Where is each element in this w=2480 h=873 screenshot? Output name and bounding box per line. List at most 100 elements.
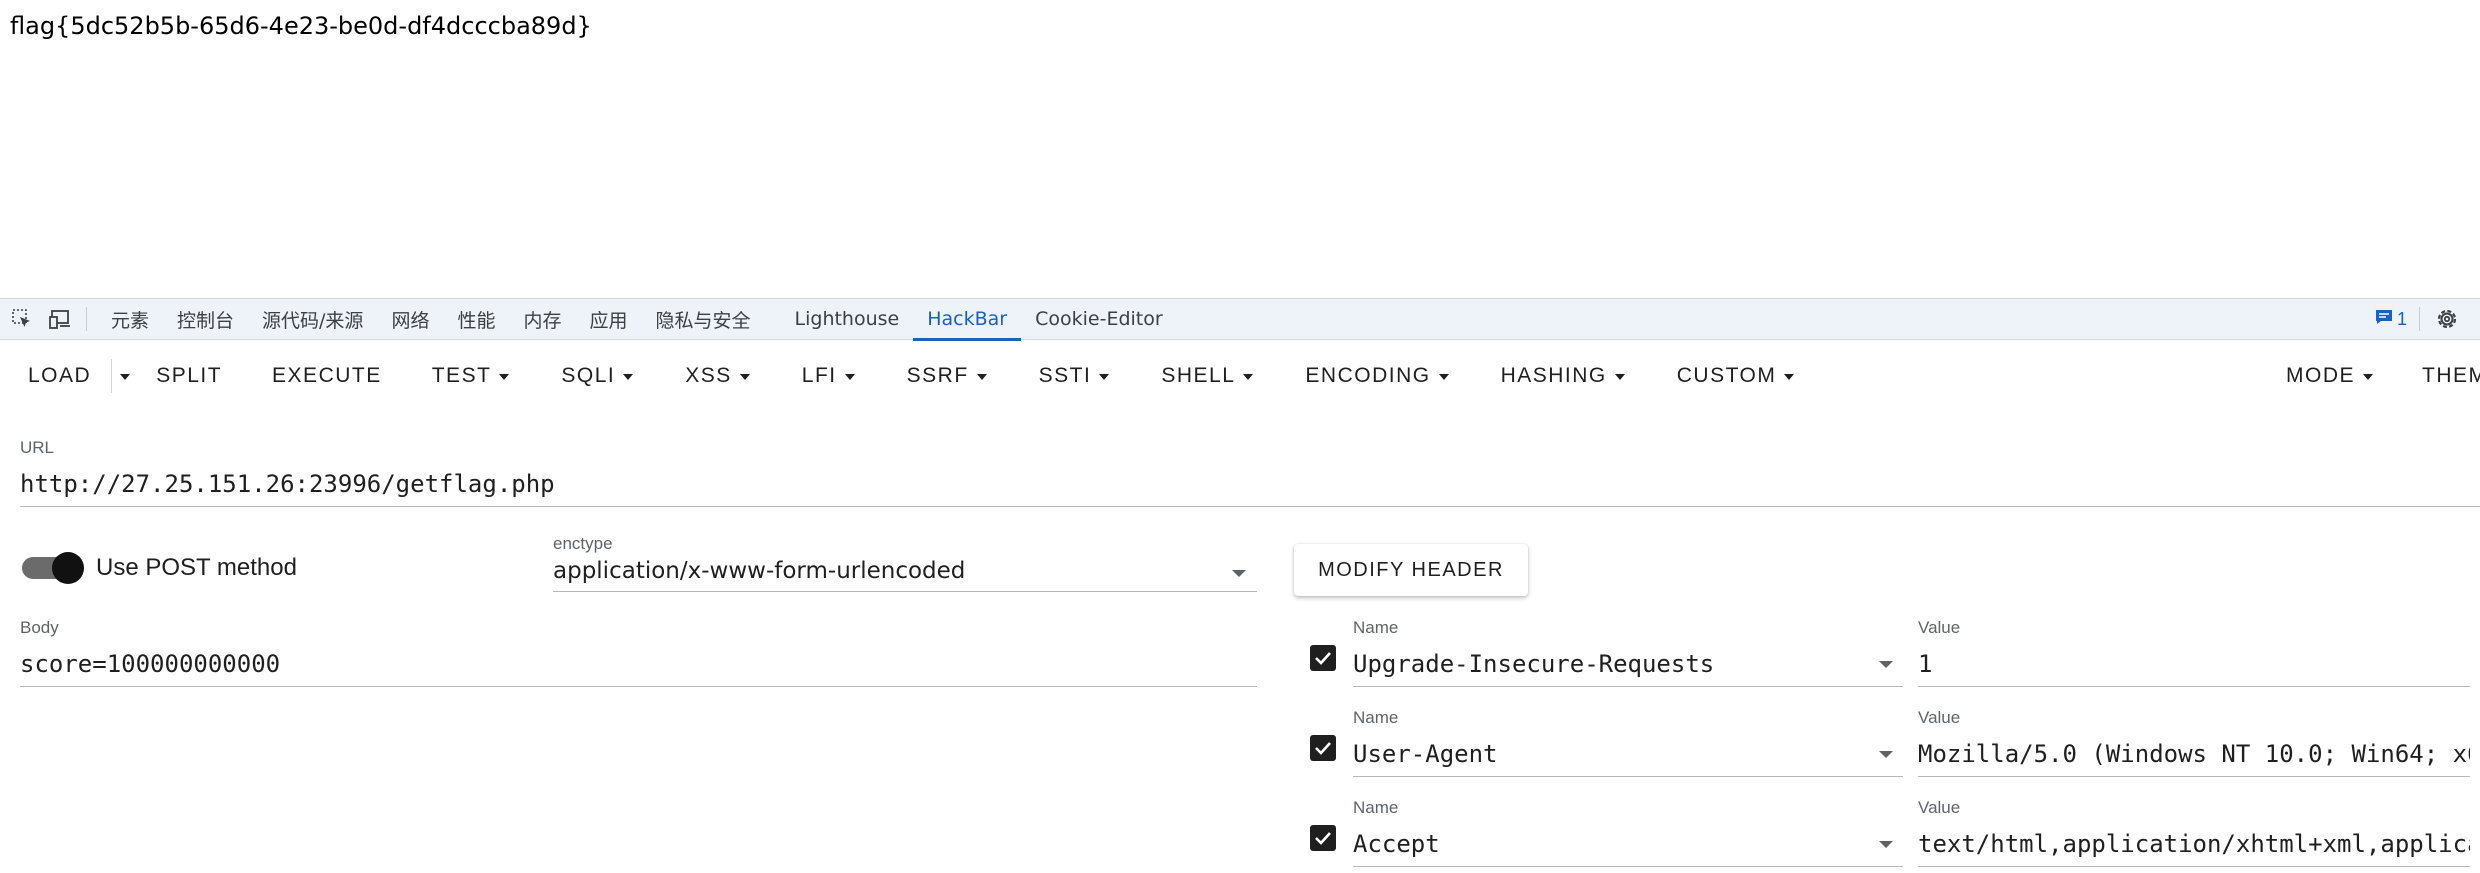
header-value-underline [1918, 866, 2470, 867]
tab-application[interactable]: 应用 [575, 298, 641, 340]
check-icon [1315, 652, 1331, 665]
encoding-menu-button[interactable]: ENCODING [1305, 352, 1449, 400]
load-button[interactable]: LOAD [28, 352, 91, 400]
tab-network[interactable]: 网络 [377, 298, 443, 340]
tab-elements[interactable]: 元素 [97, 298, 163, 340]
tab-hackbar[interactable]: HackBar [913, 298, 1021, 341]
tab-lighthouse[interactable]: Lighthouse [781, 298, 914, 340]
header-name-underline [1353, 866, 1903, 867]
toggle-knob [52, 552, 84, 584]
header-name-underline [1353, 686, 1903, 687]
post-method-toggle[interactable] [22, 552, 84, 584]
header-value-input[interactable]: text/html,application/xhtml+xml,applicat… [1918, 830, 2470, 858]
lfi-menu-label: LFI [801, 364, 837, 387]
issues-badge[interactable]: 1 [2363, 309, 2419, 330]
tab-cookie-editor[interactable]: Cookie-Editor [1021, 298, 1177, 340]
device-toolbar-icon[interactable] [48, 307, 72, 331]
theme-menu-button[interactable]: THEME [2422, 352, 2480, 400]
shell-menu-button[interactable]: SHELL [1161, 352, 1254, 400]
header-name-label: Name [1353, 798, 1399, 817]
chevron-down-icon [1614, 374, 1625, 380]
body-input[interactable]: score=100000000000 [20, 650, 1250, 678]
chevron-down-icon [739, 374, 750, 380]
chevron-down-icon [1232, 570, 1246, 577]
chevron-down-icon [120, 374, 131, 380]
tab-console[interactable]: 控制台 [163, 298, 248, 340]
ssrf-menu-button[interactable]: SSRF [907, 352, 987, 400]
issues-count: 1 [2396, 308, 2407, 329]
gear-icon[interactable] [2434, 306, 2460, 332]
header-value-label: Value [1918, 798, 1961, 817]
tab-performance[interactable]: 性能 [443, 298, 509, 340]
header-name-label: Name [1353, 708, 1399, 727]
header-name-select[interactable]: User-Agent [1353, 740, 1873, 768]
enctype-select[interactable]: application/x-www-form-urlencoded [553, 558, 1213, 584]
header-checkbox[interactable] [1310, 825, 1336, 851]
test-menu-label: TEST [431, 364, 492, 387]
body-label: Body [20, 618, 59, 637]
header-name-select[interactable]: Accept [1353, 830, 1873, 858]
header-value-input[interactable]: Mozilla/5.0 (Windows NT 10.0; Win64; x64… [1918, 740, 2470, 768]
xss-menu-label: XSS [685, 364, 732, 387]
hackbar-toolbar: LOAD SPLIT EXECUTE TEST SQLI XSS LFI SSR… [0, 352, 2480, 400]
chevron-down-icon [2363, 374, 2373, 380]
ssti-menu-button[interactable]: SSTI [1039, 352, 1110, 400]
chevron-down-icon [1243, 374, 1254, 380]
tab-memory[interactable]: 内存 [509, 298, 575, 340]
toolbar-divider [2419, 307, 2420, 331]
mode-menu-button[interactable]: MODE [2286, 352, 2373, 400]
chevron-down-icon [1099, 374, 1110, 380]
load-divider [111, 359, 113, 393]
ssti-menu-label: SSTI [1038, 364, 1092, 387]
custom-menu-button[interactable]: CUSTOM [1677, 352, 1795, 400]
header-checkbox[interactable] [1310, 645, 1336, 671]
header-value-underline [1918, 776, 2470, 777]
enctype-underline [553, 591, 1257, 592]
encoding-menu-label: ENCODING [1305, 364, 1431, 387]
chevron-down-icon [976, 374, 987, 380]
hashing-menu-label: HASHING [1500, 364, 1607, 387]
theme-menu-label: THEME [2422, 364, 2480, 387]
chevron-down-icon [499, 374, 510, 380]
shell-menu-label: SHELL [1161, 364, 1236, 387]
post-method-label: Use POST method [96, 554, 297, 581]
chevron-down-icon [1879, 661, 1893, 668]
page-output-text: flag{5dc52b5b-65d6-4e23-be0d-df4dcccba89… [10, 12, 592, 40]
tab-sources[interactable]: 源代码/来源 [248, 298, 377, 340]
url-underline [20, 506, 2480, 507]
enctype-label: enctype [553, 534, 613, 553]
check-icon [1315, 742, 1331, 755]
lfi-menu-button[interactable]: LFI [802, 352, 855, 400]
header-value-label: Value [1918, 708, 1961, 727]
custom-menu-label: CUSTOM [1676, 364, 1777, 387]
toolbar-divider [86, 307, 87, 331]
execute-button[interactable]: EXECUTE [272, 352, 382, 400]
test-menu-button[interactable]: TEST [432, 352, 510, 400]
modify-header-button[interactable]: MODIFY HEADER [1294, 544, 1528, 596]
load-dropdown-button[interactable] [120, 352, 131, 400]
mode-menu-label: MODE [2286, 364, 2355, 387]
body-underline [20, 686, 1257, 687]
header-value-underline [1918, 686, 2470, 687]
issues-icon [2375, 309, 2393, 330]
header-name-select[interactable]: Upgrade-Insecure-Requests [1353, 650, 1873, 678]
header-value-label: Value [1918, 618, 1961, 637]
devtools-tab-bar: 元素 控制台 源代码/来源 网络 性能 内存 应用 隐私与安全 Lighthou… [0, 298, 2480, 341]
chevron-down-icon [1879, 751, 1893, 758]
chevron-down-icon [1438, 374, 1449, 380]
chevron-down-icon [623, 374, 634, 380]
hashing-menu-button[interactable]: HASHING [1501, 352, 1625, 400]
header-value-input[interactable]: 1 [1918, 650, 2470, 678]
header-name-underline [1353, 776, 1903, 777]
xss-menu-button[interactable]: XSS [685, 352, 750, 400]
header-checkbox[interactable] [1310, 735, 1336, 761]
check-icon [1315, 832, 1331, 845]
tab-privacy-security[interactable]: 隐私与安全 [642, 298, 765, 340]
split-button[interactable]: SPLIT [156, 352, 222, 400]
chevron-down-icon [1784, 374, 1795, 380]
url-input[interactable]: http://27.25.151.26:23996/getflag.php [20, 470, 2460, 498]
inspect-element-icon[interactable] [10, 307, 34, 331]
url-label: URL [20, 438, 55, 457]
chevron-down-icon [1879, 841, 1893, 848]
sqli-menu-button[interactable]: SQLI [561, 352, 634, 400]
